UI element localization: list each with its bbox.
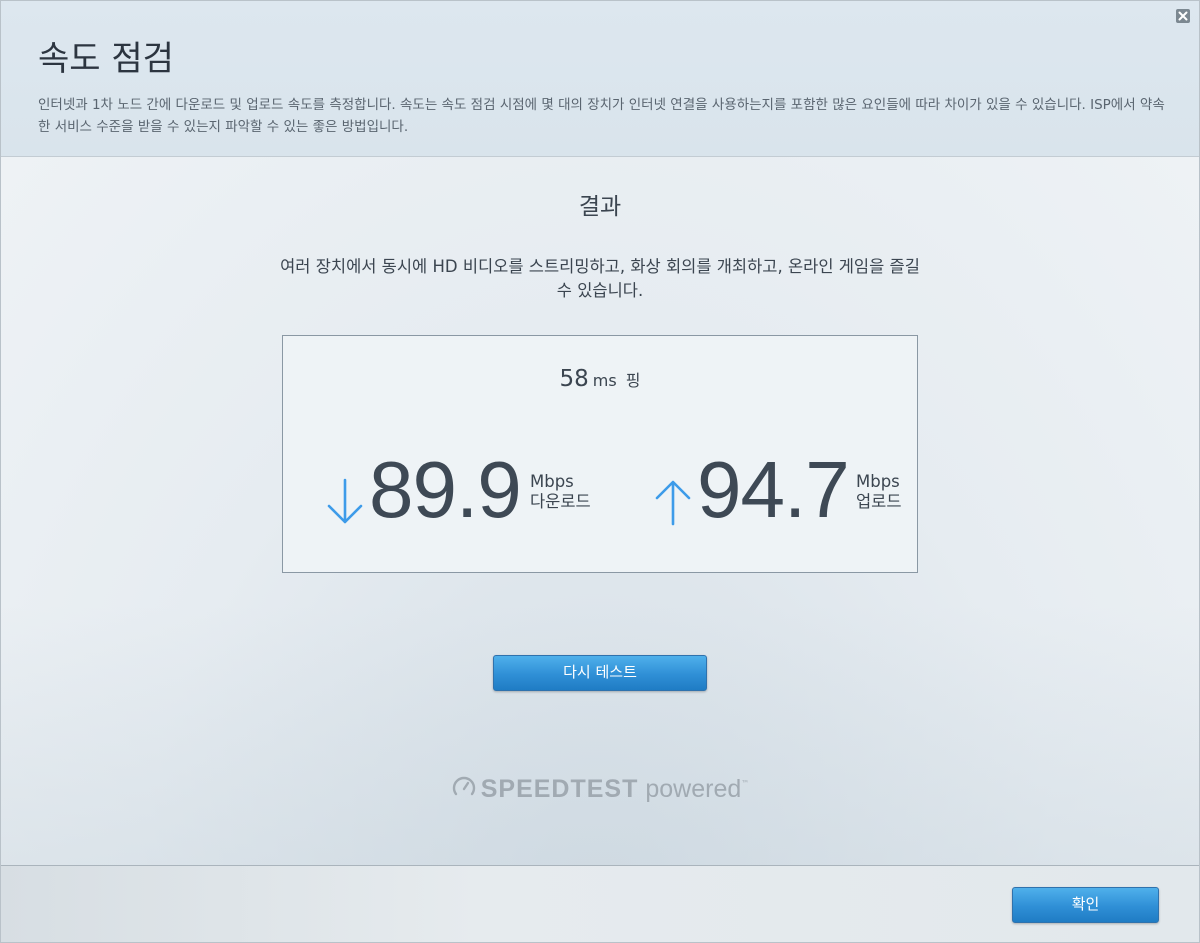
download-unit: Mbps xyxy=(530,472,574,491)
page-description: 인터넷과 1차 노드 간에 다운로드 및 업로드 속도를 측정합니다. 속도는 … xyxy=(38,97,1165,135)
background-shade xyxy=(1,605,1199,865)
speedtest-suffix: powered xyxy=(645,775,742,803)
speedtest-brand: SPEEDTEST xyxy=(480,775,639,803)
results-panel: 결과 여러 장치에서 동시에 HD 비디오를 스트리밍하고, 화상 회의를 개최… xyxy=(1,157,1199,866)
dialog-header: 속도 점검 인터넷과 1차 노드 간에 다운로드 및 업로드 속도를 측정합니다… xyxy=(1,1,1199,157)
download-value: 89.9 xyxy=(369,445,522,534)
arrow-down-icon xyxy=(327,478,363,524)
trademark-symbol: ™ xyxy=(741,779,750,788)
page-title: 속도 점검 xyxy=(38,39,174,79)
ping-unit: ms xyxy=(592,371,617,390)
retest-button[interactable]: 다시 테스트 xyxy=(493,655,707,691)
results-box: 58 ms 핑 89.9 Mbps 다운로드 94.7 Mbps 업로드 xyxy=(282,335,918,573)
close-icon[interactable] xyxy=(1176,9,1190,23)
ping-readout: 58 ms 핑 xyxy=(283,366,917,392)
speed-test-dialog: 속도 점검 인터넷과 1차 노드 간에 다운로드 및 업로드 속도를 측정합니다… xyxy=(0,0,1200,943)
download-label: 다운로드 xyxy=(530,492,591,511)
speedometer-icon xyxy=(452,776,475,795)
ping-value: 58 xyxy=(559,366,589,392)
results-heading: 결과 xyxy=(578,194,622,220)
speedtest-logo: SPEEDTEST powered™ xyxy=(1,775,1199,804)
upload-label: 업로드 xyxy=(856,492,902,511)
download-unit-stack: Mbps 다운로드 xyxy=(530,472,591,512)
upload-unit: Mbps xyxy=(856,472,900,491)
upload-value: 94.7 xyxy=(697,445,850,534)
results-message: 여러 장치에서 동시에 HD 비디오를 스트리밍하고, 화상 회의를 개최하고,… xyxy=(280,257,920,300)
upload-unit-stack: Mbps 업로드 xyxy=(856,472,902,512)
arrow-up-icon xyxy=(655,480,691,526)
dialog-footer: 확인 xyxy=(1,866,1199,942)
ok-button[interactable]: 확인 xyxy=(1012,887,1159,923)
ping-label: 핑 xyxy=(625,371,641,390)
